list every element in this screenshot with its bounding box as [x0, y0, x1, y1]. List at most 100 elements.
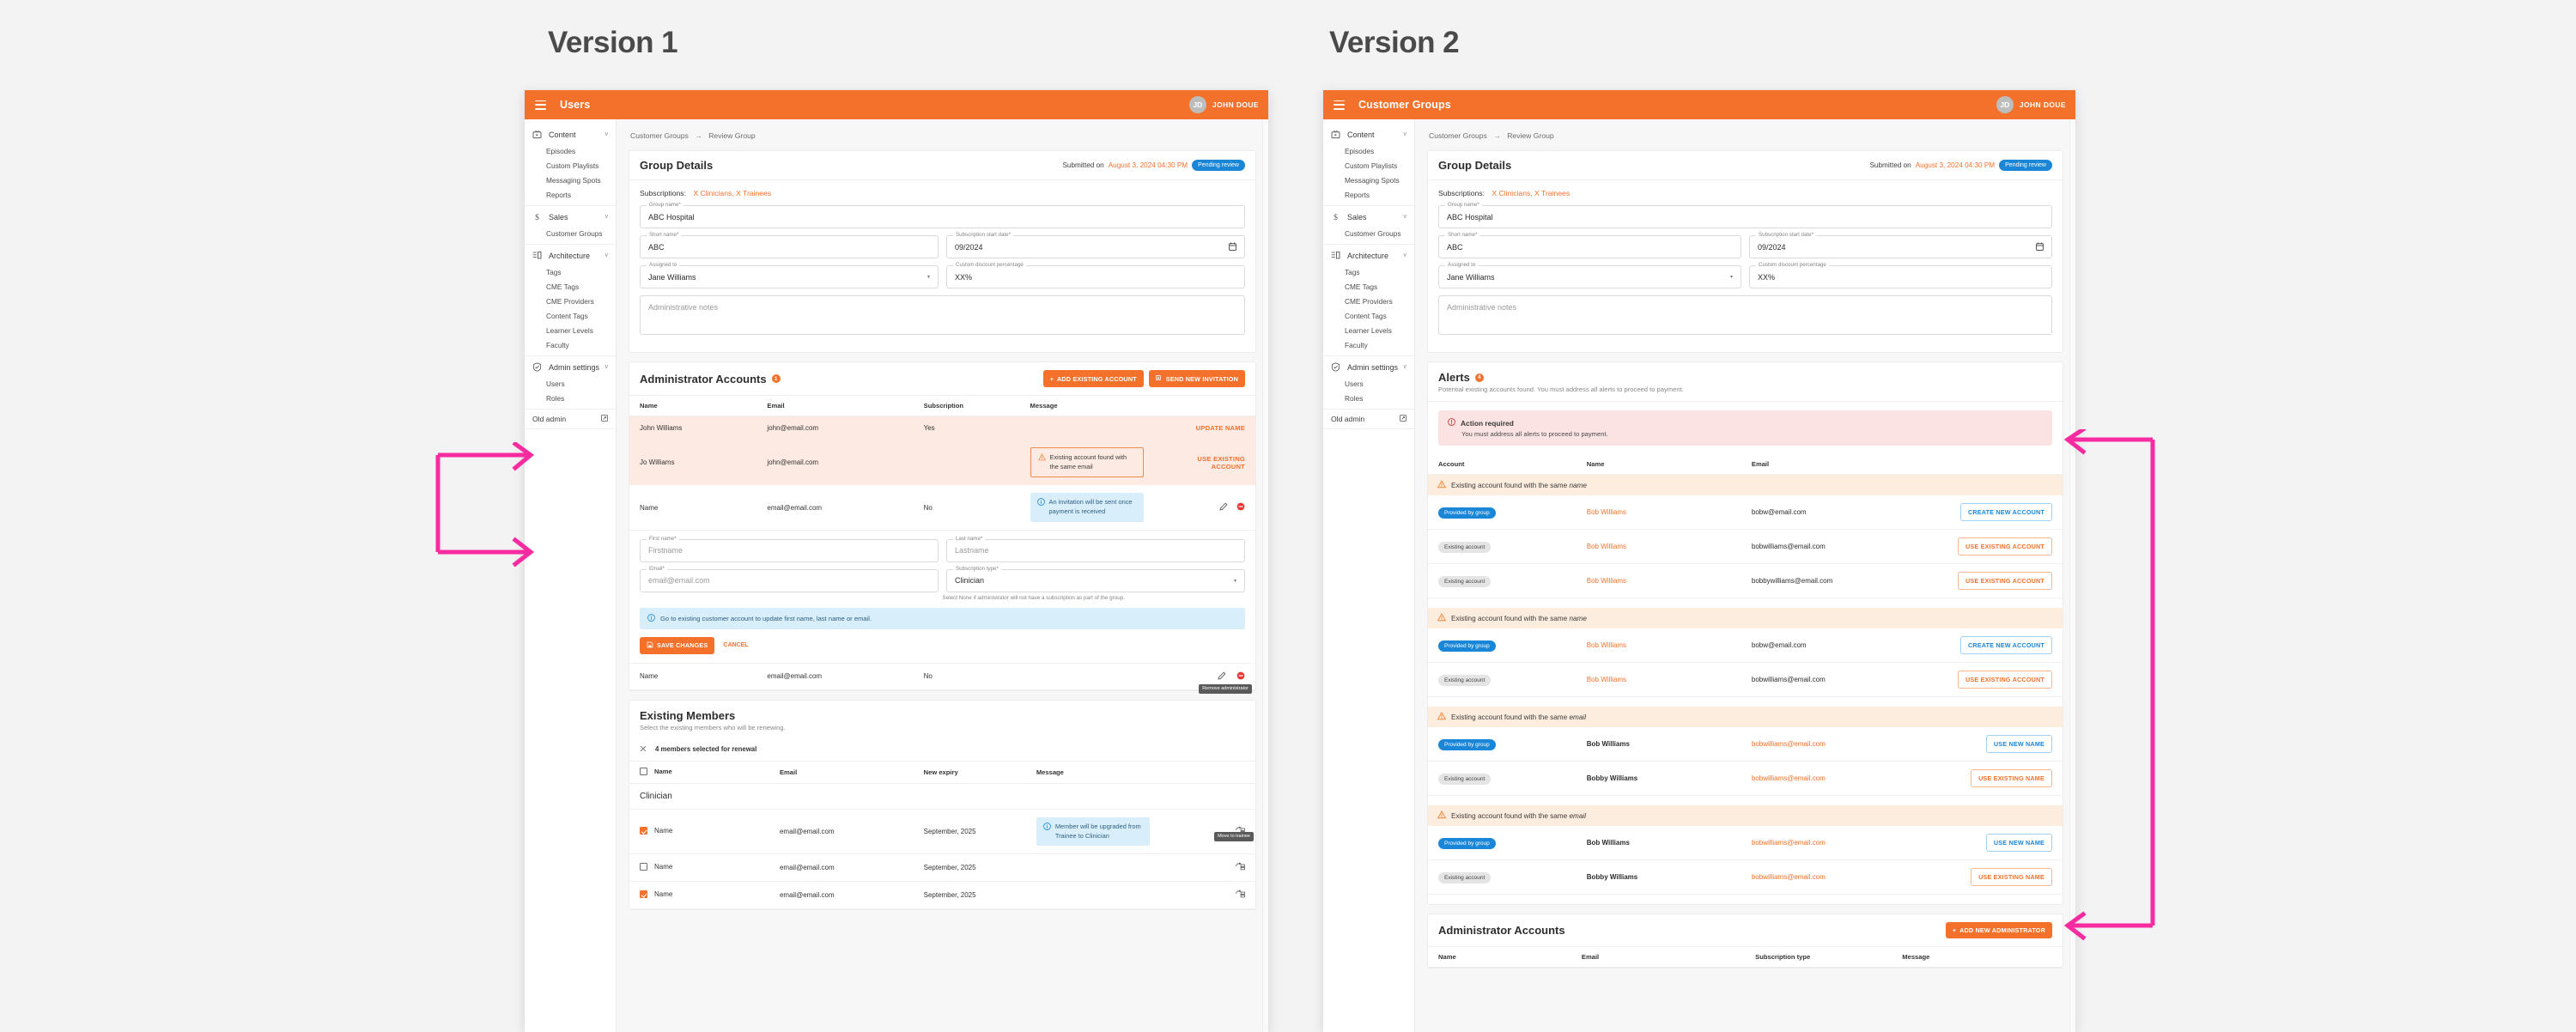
scrollbar[interactable] — [1262, 119, 1268, 1032]
remove-icon[interactable] — [1236, 502, 1245, 513]
sidebar-item-architecture[interactable]: Architecture v — [1323, 246, 1414, 264]
sidebar-item-users[interactable]: Users — [1323, 376, 1414, 391]
user-menu[interactable]: JD JOHN DOUE — [1188, 96, 1259, 113]
admin-notes-field[interactable]: Administrative notes — [640, 295, 1245, 335]
user-menu[interactable]: JD JOHN DOUE — [1996, 96, 2066, 113]
sidebar-item-messaging-spots[interactable]: Messaging Spots — [525, 173, 616, 187]
scrollbar[interactable] — [2069, 119, 2075, 1032]
row-action-button[interactable]: CREATE NEW ACCOUNT — [1959, 503, 2052, 521]
email-field[interactable]: Email* email@email.com — [640, 565, 939, 592]
sidebar-item-admin-settings[interactable]: Admin settings v — [525, 358, 616, 376]
chevron-down-icon[interactable]: v — [1404, 214, 1407, 220]
sidebar-item-old-admin[interactable]: Old admin — [1323, 410, 1414, 429]
sidebar-item-content[interactable]: Content v — [525, 125, 616, 143]
sidebar-item-custom-playlists[interactable]: Custom Playlists — [525, 158, 616, 173]
chevron-down-icon[interactable]: v — [605, 131, 609, 137]
remove-icon[interactable] — [1236, 671, 1245, 682]
row-action-button[interactable]: USE NEW NAME — [1985, 735, 2052, 753]
last-name-field[interactable]: Last name* Lastname — [946, 535, 1245, 562]
sidebar-item-content-tags[interactable]: Content Tags — [1323, 308, 1414, 323]
row-action-button[interactable]: USE EXISTING ACCOUNT — [1958, 537, 2052, 555]
row-action-button[interactable]: USE NEW NAME — [1985, 834, 2052, 852]
chevron-down-icon[interactable]: ▾ — [927, 274, 930, 280]
breadcrumb-root[interactable]: Customer Groups — [630, 131, 689, 140]
hamburger-icon[interactable] — [1334, 100, 1345, 110]
sidebar-item-customer-groups[interactable]: Customer Groups — [525, 226, 616, 240]
move-to-trainee-icon[interactable] — [1236, 889, 1245, 901]
sidebar-item-cme-providers[interactable]: CME Providers — [1323, 294, 1414, 308]
chevron-down-icon[interactable]: v — [1404, 364, 1407, 370]
move-to-trainee-icon[interactable] — [1236, 862, 1245, 873]
add-existing-account-button[interactable]: + ADD EXISTING ACCOUNT — [1042, 370, 1144, 387]
calendar-icon[interactable] — [2036, 240, 2044, 255]
row-action-button[interactable]: USE EXISTING ACCOUNT — [1197, 455, 1245, 470]
calendar-icon[interactable] — [1229, 240, 1236, 255]
sidebar-item-roles[interactable]: Roles — [525, 391, 616, 405]
sidebar-item-faculty[interactable]: Faculty — [1323, 337, 1414, 352]
row-action-button[interactable]: USE EXISTING ACCOUNT — [1958, 572, 2052, 590]
subscription-type-field[interactable]: Subscription type* Clinician ▾ — [946, 565, 1245, 592]
sidebar-item-users[interactable]: Users — [525, 376, 616, 391]
sidebar-item-learner-levels[interactable]: Learner Levels — [1323, 323, 1414, 337]
sidebar-item-cme-tags[interactable]: CME Tags — [525, 279, 616, 294]
select-all-checkbox[interactable]: Name — [629, 761, 780, 784]
row-checkbox[interactable] — [640, 863, 647, 871]
chevron-down-icon[interactable]: v — [1404, 131, 1407, 137]
assigned-to-field[interactable]: Assigned to Jane Williams ▾ — [1438, 262, 1741, 288]
sidebar-item-content[interactable]: Content v — [1323, 125, 1414, 143]
row-action-button[interactable]: USE EXISTING NAME — [1971, 868, 2052, 886]
sidebar-item-messaging-spots[interactable]: Messaging Spots — [1323, 173, 1414, 187]
cancel-button[interactable]: CANCEL — [718, 638, 753, 653]
sidebar-item-reports[interactable]: Reports — [525, 187, 616, 202]
save-changes-button[interactable]: SAVE CHANGES — [640, 636, 715, 654]
short-name-field[interactable]: Short name* ABC — [1438, 232, 1741, 258]
first-name-field[interactable]: First name* Firstname — [640, 535, 939, 562]
sidebar-item-episodes[interactable]: Episodes — [525, 143, 616, 158]
sidebar-item-admin-settings[interactable]: Admin settings v — [1323, 358, 1414, 376]
row-action-button[interactable]: CREATE NEW ACCOUNT — [1959, 636, 2052, 654]
assigned-to-field[interactable]: Assigned to Jane Williams ▾ — [640, 262, 939, 288]
close-icon[interactable] — [640, 745, 647, 754]
discount-field[interactable]: Custom discount percentage XX% — [946, 262, 1245, 288]
add-new-administrator-button[interactable]: + ADD NEW ADMINISTRATOR — [1945, 922, 2052, 938]
hamburger-icon[interactable] — [535, 100, 546, 110]
sidebar-item-customer-groups[interactable]: Customer Groups — [1323, 226, 1414, 240]
row-action-button[interactable]: USE EXISTING ACCOUNT — [1958, 671, 2052, 689]
sidebar-item-tags[interactable]: Tags — [525, 264, 616, 279]
sidebar-item-sales[interactable]: $ Sales v — [525, 208, 616, 226]
sidebar-item-roles[interactable]: Roles — [1323, 391, 1414, 405]
sidebar-item-faculty[interactable]: Faculty — [525, 337, 616, 352]
sidebar-item-old-admin[interactable]: Old admin — [525, 410, 616, 429]
chevron-down-icon[interactable]: v — [605, 252, 609, 258]
edit-icon[interactable] — [1218, 671, 1228, 682]
sidebar-item-cme-tags[interactable]: CME Tags — [1323, 279, 1414, 294]
chevron-down-icon[interactable]: ▾ — [1730, 274, 1733, 280]
chevron-down-icon[interactable]: v — [605, 214, 609, 220]
sidebar-item-sales[interactable]: $ Sales v — [1323, 208, 1414, 226]
start-date-field[interactable]: Subscription start date* 09/2024 — [1749, 232, 2052, 258]
sidebar-item-cme-providers[interactable]: CME Providers — [525, 294, 616, 308]
sidebar-item-episodes[interactable]: Episodes — [1323, 143, 1414, 158]
sidebar-item-architecture[interactable]: Architecture v — [525, 246, 616, 264]
short-name-field[interactable]: Short name* ABC — [640, 232, 939, 258]
group-name-field[interactable]: Group name* ABC Hospital — [640, 202, 1245, 228]
row-action-button[interactable]: UPDATE NAME — [1196, 424, 1245, 432]
discount-field[interactable]: Custom discount percentage XX% — [1749, 262, 2052, 288]
breadcrumb-root[interactable]: Customer Groups — [1429, 131, 1487, 140]
sidebar-item-reports[interactable]: Reports — [1323, 187, 1414, 202]
group-name-field[interactable]: Group name* ABC Hospital — [1438, 202, 2052, 228]
chevron-down-icon[interactable]: v — [1404, 252, 1407, 258]
chevron-down-icon[interactable]: v — [605, 364, 609, 370]
sidebar-item-tags[interactable]: Tags — [1323, 264, 1414, 279]
row-checkbox[interactable] — [640, 827, 647, 835]
sidebar-item-content-tags[interactable]: Content Tags — [525, 308, 616, 323]
edit-icon[interactable] — [1219, 502, 1228, 513]
sidebar-item-custom-playlists[interactable]: Custom Playlists — [1323, 158, 1414, 173]
row-action-button[interactable]: USE EXISTING NAME — [1971, 769, 2052, 787]
send-new-invitation-button[interactable]: SEND NEW INVITATION — [1148, 370, 1245, 387]
chevron-down-icon[interactable]: ▾ — [1234, 578, 1236, 584]
checkbox[interactable] — [640, 767, 647, 775]
sidebar-item-learner-levels[interactable]: Learner Levels — [525, 323, 616, 337]
start-date-field[interactable]: Subscription start date* 09/2024 — [946, 232, 1245, 258]
admin-notes-field[interactable]: Administrative notes — [1438, 295, 2052, 335]
